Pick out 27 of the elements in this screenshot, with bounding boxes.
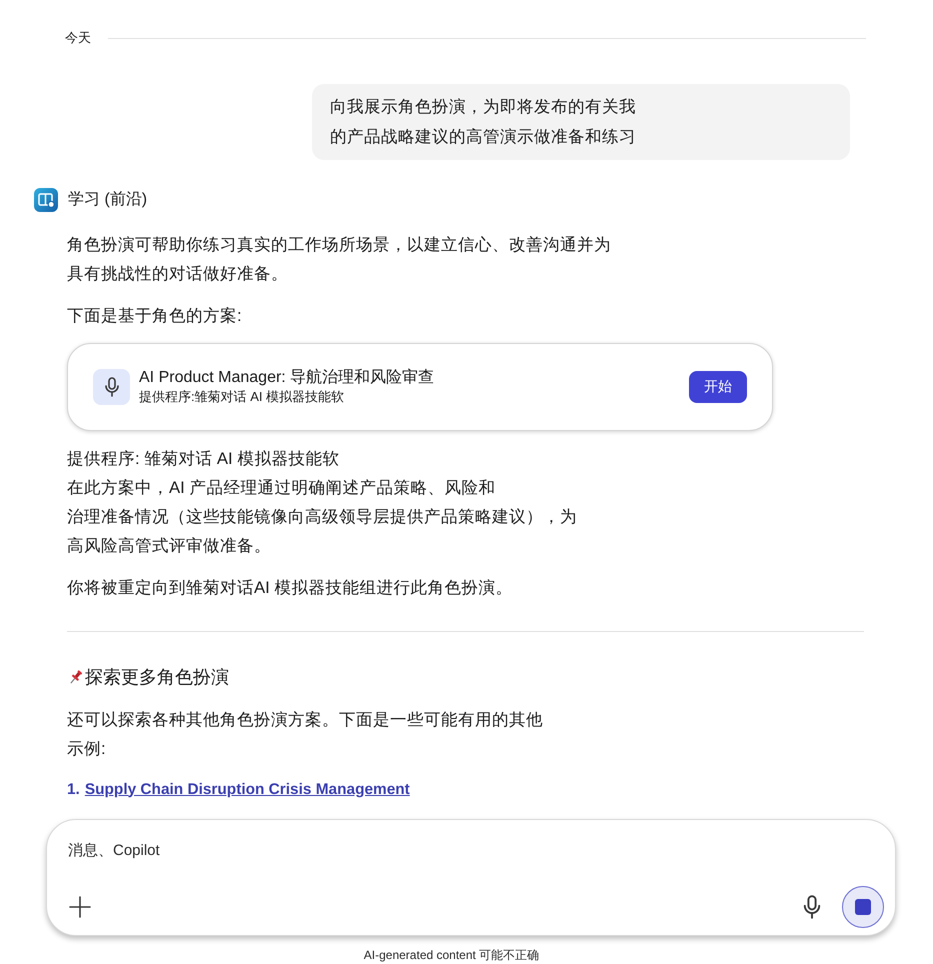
add-button[interactable] [68, 895, 92, 919]
paragraph-line: 你将被重定向到雏菊对话AI 模拟器技能组进行此角色扮演。 [67, 577, 512, 599]
paragraph-line: 提供程序: 雏菊对话 AI 模拟器技能软 [67, 448, 340, 470]
book-app-icon [34, 188, 58, 212]
assistant-name: 学习 (前沿) [68, 190, 148, 210]
list-number: 1. [67, 780, 80, 798]
user-message: 向我展示角色扮演，为即将发布的有关我的产品战略建议的高管演示做准备和练习 [312, 84, 850, 160]
scenario-title: AI Product Manager: 导航治理和风险审查 [139, 368, 434, 388]
section-heading: 探索更多角色扮演 [85, 666, 229, 689]
paragraph-line: 在此方案中，AI 产品经理通过明确阐述产品策略、风险和 [67, 477, 496, 499]
paragraph-line: 高风险高管式评审做准备。 [67, 535, 271, 557]
message-input[interactable]: 消息、Copilot [68, 839, 468, 861]
scenario-link[interactable]: Supply Chain Disruption Crisis Management [84, 780, 410, 798]
paragraph-line: 角色扮演可帮助你练习真实的工作场所场景，以建立信心、改善沟通并为 [67, 234, 611, 256]
paragraph-line: 下面是基于角色的方案: [67, 305, 242, 327]
microphone-icon [93, 369, 130, 405]
plus-icon [69, 896, 91, 918]
ai-disclaimer: AI-generated content 可能不正确 [364, 948, 540, 962]
date-label: 今天 [65, 29, 91, 47]
stop-icon [855, 899, 871, 915]
paragraph-line: 治理准备情况（这些技能镜像向高级领导层提供产品策略建议），为 [67, 506, 577, 528]
scenario-provider: 提供程序:雏菊对话 AI 模拟器技能软 [139, 388, 346, 406]
paragraph-line: 示例: [67, 738, 106, 760]
stop-button[interactable] [842, 886, 884, 928]
start-button[interactable]: 开始 [689, 371, 747, 403]
paragraph-line: 还可以探索各种其他角色扮演方案。下面是一些可能有用的其他 [67, 709, 543, 731]
paragraph-line: 具有挑战性的对话做好准备。 [67, 263, 288, 285]
